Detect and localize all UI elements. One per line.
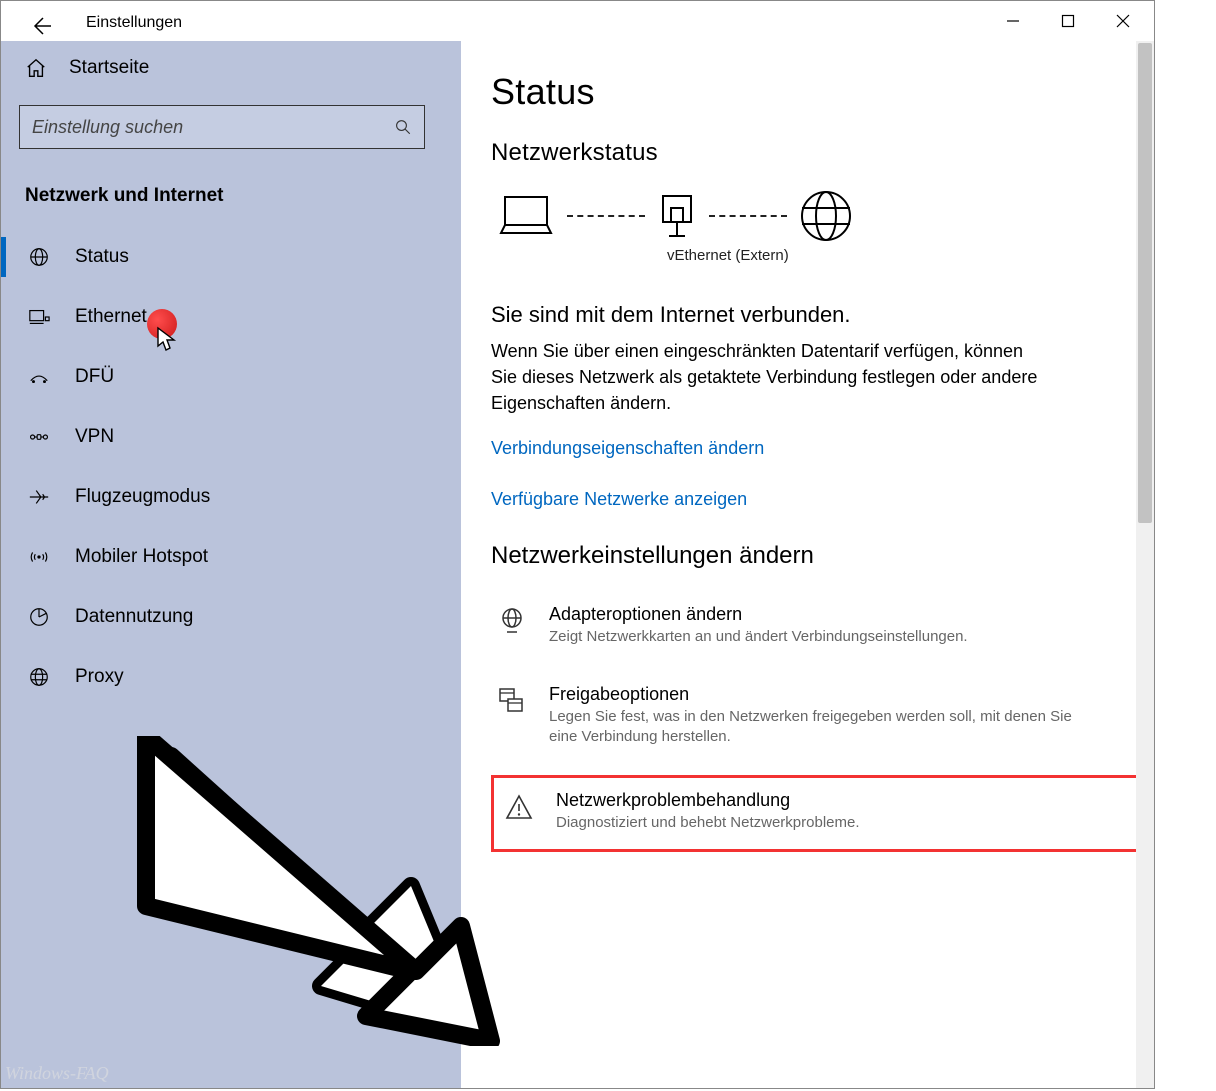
laptop-icon xyxy=(497,193,555,239)
titlebar: Einstellungen xyxy=(1,1,1154,41)
option-desc: Zeigt Netzwerkkarten an und ändert Verbi… xyxy=(549,627,968,647)
option-adapter-options[interactable]: Adapteroptionen ändern Zeigt Netzwerkkar… xyxy=(491,596,1154,655)
close-icon xyxy=(1116,14,1130,28)
hotspot-icon xyxy=(25,543,53,571)
link-show-networks[interactable]: Verfügbare Netzwerke anzeigen xyxy=(491,489,1154,510)
option-title: Freigabeoptionen xyxy=(549,684,1089,705)
window-title: Einstellungen xyxy=(86,14,182,32)
link-change-properties[interactable]: Verbindungseigenschaften ändern xyxy=(491,438,1154,459)
sidebar-item-label: VPN xyxy=(75,426,114,448)
maximize-button[interactable] xyxy=(1040,3,1095,39)
sidebar-item-label: Proxy xyxy=(75,666,124,688)
minimize-button[interactable] xyxy=(985,3,1040,39)
sidebar-item-dfu[interactable]: DFÜ xyxy=(1,347,461,407)
search-box[interactable] xyxy=(19,105,425,149)
network-diagram xyxy=(497,189,1154,243)
dialup-icon xyxy=(25,363,53,391)
annotation-arrow xyxy=(131,736,501,1046)
sidebar-home-label: Startseite xyxy=(69,57,149,79)
search-icon xyxy=(394,118,412,136)
adapter-label: vEthernet (Extern) xyxy=(667,247,1154,264)
close-button[interactable] xyxy=(1095,3,1150,39)
ethernet-adapter-icon xyxy=(657,192,697,240)
connected-description: Wenn Sie über einen eingeschränkten Date… xyxy=(491,338,1051,416)
warning-triangle-icon xyxy=(502,790,536,824)
sidebar-item-label: Flugzeugmodus xyxy=(75,486,210,508)
sidebar-item-flightmode[interactable]: Flugzeugmodus xyxy=(1,467,461,527)
content-pane: Status Netzwerkstatus xyxy=(461,41,1154,1088)
sidebar-item-vpn[interactable]: VPN xyxy=(1,407,461,467)
option-title: Adapteroptionen ändern xyxy=(549,604,968,625)
maximize-icon xyxy=(1061,14,1075,28)
sidebar-home[interactable]: Startseite xyxy=(1,45,461,95)
cursor-icon xyxy=(156,326,178,352)
arrow-left-icon xyxy=(29,14,53,38)
ethernet-icon xyxy=(25,303,53,331)
watermark: Windows-FAQ xyxy=(5,1063,109,1084)
sidebar-item-label: Status xyxy=(75,246,129,268)
home-icon xyxy=(25,57,47,79)
airplane-icon xyxy=(25,483,53,511)
search-container xyxy=(1,95,461,167)
connected-heading: Sie sind mit dem Internet verbunden. xyxy=(491,302,1154,328)
sidebar-section-label: Netzwerk und Internet xyxy=(1,167,461,227)
settings-window: Einstellungen Startseite xyxy=(0,0,1155,1089)
sidebar-item-label: Mobiler Hotspot xyxy=(75,546,208,568)
option-title: Netzwerkproblembehandlung xyxy=(556,790,860,811)
proxy-icon xyxy=(25,663,53,691)
sidebar-item-hotspot[interactable]: Mobiler Hotspot xyxy=(1,527,461,587)
search-input[interactable] xyxy=(32,117,394,138)
scrollbar-track[interactable] xyxy=(1136,41,1154,1088)
sidebar-item-status[interactable]: Status xyxy=(1,227,461,287)
sidebar-item-ethernet[interactable]: Ethernet xyxy=(1,287,461,347)
sidebar-item-label: Datennutzung xyxy=(75,606,193,628)
globe-icon xyxy=(799,189,853,243)
option-sharing-options[interactable]: Freigabeoptionen Legen Sie fest, was in … xyxy=(491,676,1154,756)
sidebar-item-label: Ethernet xyxy=(75,306,147,328)
scrollbar-thumb[interactable] xyxy=(1138,43,1152,523)
sharing-options-icon xyxy=(495,684,529,718)
sidebar-item-proxy[interactable]: Proxy xyxy=(1,647,461,707)
vpn-icon xyxy=(25,423,53,451)
network-status-heading: Netzwerkstatus xyxy=(491,139,1154,167)
datausage-icon xyxy=(25,603,53,631)
option-desc: Legen Sie fest, was in den Netzwerken fr… xyxy=(549,707,1089,748)
globe-grid-icon xyxy=(25,243,53,271)
back-button[interactable] xyxy=(21,11,61,41)
sidebar-item-datausage[interactable]: Datennutzung xyxy=(1,587,461,647)
highlight-annotation: Netzwerkproblembehandlung Diagnostiziert… xyxy=(491,775,1146,852)
change-settings-heading: Netzwerkeinstellungen ändern xyxy=(491,542,1154,570)
option-network-troubleshoot[interactable]: Netzwerkproblembehandlung Diagnostiziert… xyxy=(498,782,1139,841)
option-desc: Diagnostiziert und behebt Netzwerkproble… xyxy=(556,813,860,833)
minimize-icon xyxy=(1006,14,1020,28)
page-title: Status xyxy=(491,71,1154,113)
adapter-options-icon xyxy=(495,604,529,638)
sidebar-item-label: DFÜ xyxy=(75,366,114,388)
